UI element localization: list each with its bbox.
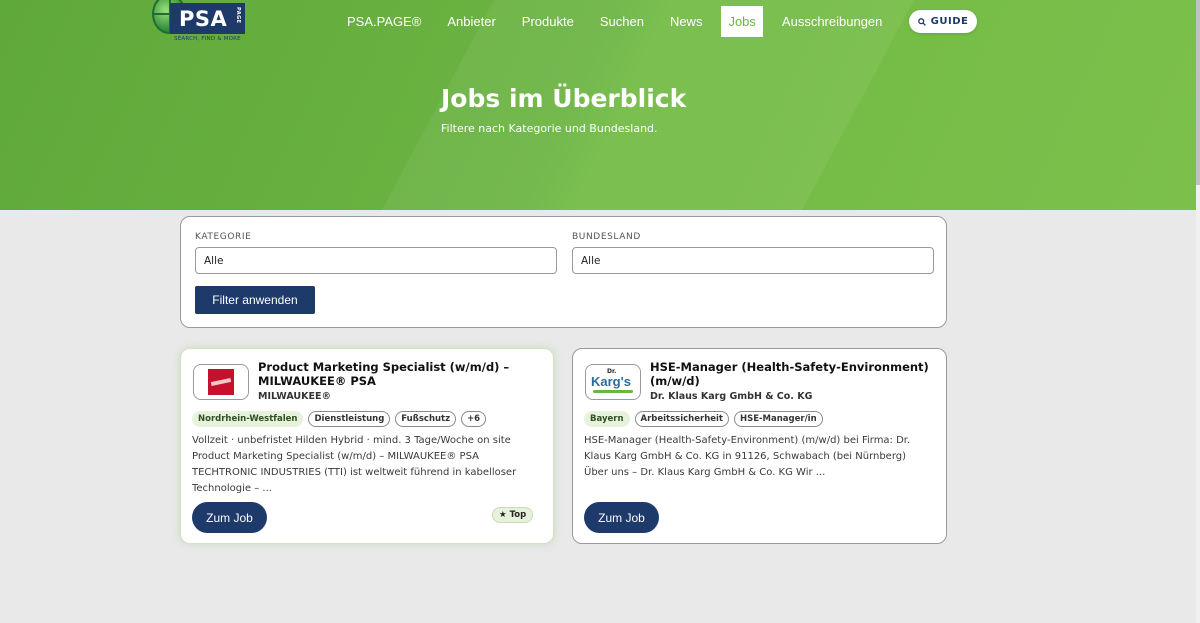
job-title[interactable]: Product Marketing Specialist (w/m/d) – M… [258,360,548,388]
tag-category: Arbeitssicherheit [634,411,729,427]
milwaukee-logo-icon [208,369,234,395]
kategorie-label: KATEGORIE [195,232,252,242]
logo-box: PSA PAGE [170,3,245,34]
apply-filter-button[interactable]: Filter anwenden [195,286,315,314]
tag-region: Nordrhein-Westfalen [192,411,304,427]
job-tags: Nordrhein-Westfalen Dienstleistung Fußsc… [192,411,487,427]
guide-label: GUIDE [930,16,969,27]
nav-item-anbieter[interactable]: Anbieter [440,6,502,37]
logo-page-text: PAGE [235,7,241,24]
nav-item-produkte[interactable]: Produkte [515,6,581,37]
company-logo[interactable]: Dr. Karg's [585,364,641,400]
zum-job-button[interactable]: Zum Job [584,502,659,533]
top-badge: ★ Top [492,507,534,523]
job-tags: Bayern Arbeitssicherheit HSE-Manager/in [584,411,823,427]
logo-tagline: SEARCH, FIND & MORE [174,36,241,42]
job-company: Dr. Klaus Karg GmbH & Co. KG [650,391,813,402]
psa-page-logo[interactable]: PSA PAGE SEARCH, FIND & MORE [150,0,250,44]
page-title: Jobs im Überblick [441,84,687,113]
tag-region: Bayern [584,411,630,427]
karg-logo-swoosh [593,390,633,393]
zum-job-button[interactable]: Zum Job [192,502,267,533]
main-nav: PSA.PAGE® Anbieter Produkte Suchen News … [340,6,901,37]
job-card: Product Marketing Specialist (w/m/d) – M… [180,348,554,544]
scrollbar-thumb[interactable] [1196,0,1200,185]
job-title[interactable]: HSE-Manager (Health-Safety-Environment) … [650,360,940,388]
tag-more[interactable]: +6 [461,411,487,427]
filter-panel: KATEGORIE Alle BUNDESLAND Alle Filter an… [180,216,947,328]
page-scrollbar[interactable] [1196,0,1200,623]
karg-logo-icon: Dr. Karg's [587,367,639,397]
nav-item-jobs[interactable]: Jobs [721,6,763,37]
tag-category: Fußschutz [395,411,457,427]
job-description: Vollzeit · unbefristet Hilden Hybrid · m… [192,435,517,494]
tag-category: Dienstleistung [308,411,391,427]
kategorie-select[interactable]: Alle [195,247,557,274]
nav-item-suchen[interactable]: Suchen [593,6,651,37]
job-card: Dr. Karg's HSE-Manager (Health-Safety-En… [572,348,947,544]
bundesland-select[interactable]: Alle [572,247,934,274]
company-logo[interactable] [193,364,249,400]
bundesland-label: BUNDESLAND [572,232,641,242]
page-subtitle: Filtere nach Kategorie und Bundesland. [441,122,658,135]
nav-item-ausschreibungen[interactable]: Ausschreibungen [775,6,889,37]
nav-item-news[interactable]: News [663,6,710,37]
job-company: MILWAUKEE® [258,391,331,402]
nav-item-psa-page[interactable]: PSA.PAGE® [340,6,428,37]
guide-button[interactable]: GUIDE [909,10,977,33]
job-description: HSE-Manager (Health-Safety-Environment) … [584,435,911,478]
tag-category: HSE-Manager/in [733,411,823,427]
logo-text: PSA [179,6,228,31]
hero-header: PSA PAGE SEARCH, FIND & MORE PSA.PAGE® A… [0,0,1196,210]
karg-logo-name: Karg's [591,374,631,389]
search-icon [917,17,926,26]
